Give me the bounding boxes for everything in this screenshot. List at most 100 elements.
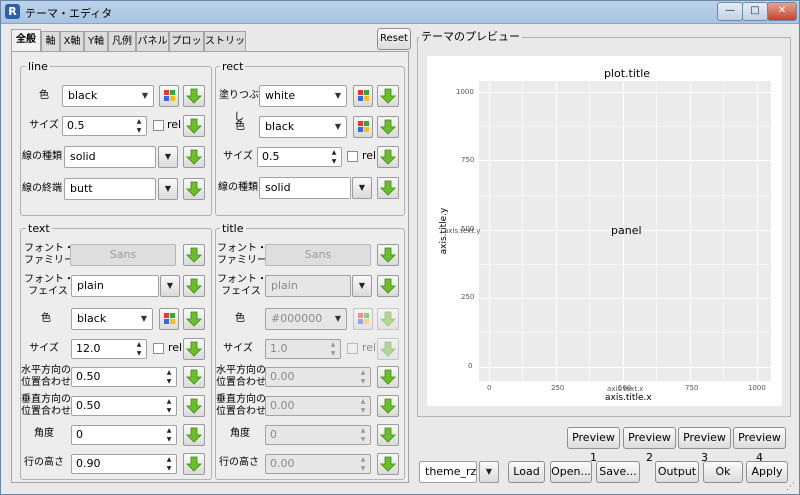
text-size-input[interactable]: 12.0 ▲ ▼ bbox=[71, 339, 147, 359]
title-hjust-input[interactable]: 0.00 ▲ ▼ bbox=[265, 367, 371, 387]
theme-name-dropdown-button[interactable]: ▼ bbox=[479, 461, 499, 483]
line-lineend-combo[interactable]: butt bbox=[64, 178, 156, 200]
spinner-arrows-icon[interactable]: ▲ ▼ bbox=[163, 426, 175, 444]
title-vjust-apply-button[interactable] bbox=[377, 395, 399, 417]
preview-2-button[interactable]: Preview 2 bbox=[623, 427, 676, 464]
title-family-button[interactable]: Sans bbox=[265, 244, 371, 266]
spinner-arrows-icon[interactable]: ▲ ▼ bbox=[357, 455, 369, 473]
spinner-arrows-icon[interactable]: ▲ ▼ bbox=[327, 340, 339, 358]
line-size-input[interactable]: 0.5 ▲ ▼ bbox=[62, 116, 147, 136]
spinner-arrows-icon[interactable]: ▲ ▼ bbox=[133, 117, 145, 135]
title-lineheight-apply-button[interactable] bbox=[377, 453, 399, 475]
title-hjust-apply-button[interactable] bbox=[377, 366, 399, 388]
open-button[interactable]: Open... bbox=[550, 461, 592, 483]
line-size-apply-button[interactable] bbox=[183, 115, 205, 137]
rect-fill-combo[interactable]: white ▼ bbox=[259, 85, 347, 107]
text-family-button[interactable]: Sans bbox=[70, 244, 176, 266]
title-family-apply-button[interactable] bbox=[377, 244, 399, 266]
spinner-arrows-icon[interactable]: ▲ ▼ bbox=[357, 397, 369, 415]
title-color-palette-button[interactable] bbox=[353, 308, 373, 330]
tab-y-axis[interactable]: Y軸 bbox=[84, 31, 108, 51]
rect-color-palette-button[interactable] bbox=[353, 116, 373, 138]
ok-button[interactable]: Ok bbox=[703, 461, 743, 483]
output-button[interactable]: Output bbox=[655, 461, 699, 483]
load-button[interactable]: Load bbox=[508, 461, 545, 483]
text-vjust-apply-button[interactable] bbox=[183, 395, 205, 417]
reset-button[interactable]: Reset bbox=[377, 28, 411, 50]
text-face-combo[interactable]: plain bbox=[71, 275, 159, 297]
text-lineheight-input[interactable]: 0.90 ▲ ▼ bbox=[71, 454, 177, 474]
spinner-arrows-icon[interactable]: ▲ ▼ bbox=[357, 368, 369, 386]
title-bar[interactable]: R テーマ・エディタ — □ ✕ bbox=[1, 1, 799, 24]
title-rel-checkbox[interactable] bbox=[347, 343, 358, 354]
title-angle-apply-button[interactable] bbox=[377, 424, 399, 446]
line-color-combo[interactable]: black ▼ bbox=[62, 85, 154, 107]
text-color-apply-button[interactable] bbox=[183, 308, 205, 330]
text-face-dropdown-button[interactable]: ▼ bbox=[160, 275, 180, 297]
title-lineheight-input[interactable]: 0.00 ▲ ▼ bbox=[265, 454, 371, 474]
minimize-button[interactable]: — bbox=[717, 2, 743, 21]
rect-size-input[interactable]: 0.5 ▲ ▼ bbox=[257, 147, 342, 167]
line-rel-checkbox[interactable] bbox=[153, 120, 164, 131]
title-face-combo[interactable]: plain bbox=[265, 275, 351, 297]
line-lineend-dropdown-button[interactable]: ▼ bbox=[158, 178, 178, 200]
preview-1-button[interactable]: Preview 1 bbox=[567, 427, 620, 464]
theme-name-combo[interactable]: theme_rz bbox=[419, 461, 477, 483]
line-lineend-apply-button[interactable] bbox=[183, 178, 205, 200]
rect-rel-checkbox[interactable] bbox=[347, 151, 358, 162]
tab-plot[interactable]: プロット bbox=[169, 31, 204, 67]
tab-x-axis[interactable]: X軸 bbox=[60, 31, 84, 51]
text-family-apply-button[interactable] bbox=[183, 244, 205, 266]
maximize-button[interactable]: □ bbox=[742, 2, 768, 21]
rect-color-apply-button[interactable] bbox=[377, 116, 399, 138]
preview-3-button[interactable]: Preview 3 bbox=[678, 427, 731, 464]
line-color-palette-button[interactable] bbox=[159, 85, 179, 107]
save-button[interactable]: Save... bbox=[596, 461, 640, 483]
title-vjust-input[interactable]: 0.00 ▲ ▼ bbox=[265, 396, 371, 416]
preview-4-button[interactable]: Preview 4 bbox=[733, 427, 786, 464]
title-angle-input[interactable]: 0 ▲ ▼ bbox=[265, 425, 371, 445]
rect-linetype-combo[interactable]: solid bbox=[259, 177, 351, 199]
line-linetype-dropdown-button[interactable]: ▼ bbox=[158, 146, 178, 168]
title-color-combo[interactable]: #000000 ▼ bbox=[265, 308, 347, 330]
title-size-apply-button[interactable] bbox=[377, 338, 399, 360]
text-angle-apply-button[interactable] bbox=[183, 424, 205, 446]
title-color-apply-button[interactable] bbox=[377, 308, 399, 330]
tab-axis[interactable]: 軸 bbox=[41, 31, 60, 51]
tab-legend[interactable]: 凡例 bbox=[108, 31, 136, 51]
text-lineheight-apply-button[interactable] bbox=[183, 453, 205, 475]
tab-strip[interactable]: ストリップ bbox=[204, 31, 246, 67]
text-rel-checkbox[interactable] bbox=[153, 343, 164, 354]
rect-linetype-apply-button[interactable] bbox=[377, 177, 399, 199]
text-vjust-input[interactable]: 0.50 ▲ ▼ bbox=[71, 396, 177, 416]
spinner-arrows-icon[interactable]: ▲ ▼ bbox=[328, 148, 340, 166]
line-linetype-combo[interactable]: solid bbox=[64, 146, 156, 168]
spinner-arrows-icon[interactable]: ▲ ▼ bbox=[163, 455, 175, 473]
line-color-apply-button[interactable] bbox=[183, 85, 205, 107]
tab-panel[interactable]: パネル bbox=[136, 31, 169, 51]
rect-linetype-dropdown-button[interactable]: ▼ bbox=[352, 177, 372, 199]
resize-grip-icon[interactable]: ⋰ bbox=[786, 482, 795, 492]
rect-color-combo[interactable]: black ▼ bbox=[259, 116, 347, 138]
title-size-input[interactable]: 1.0 ▲ ▼ bbox=[265, 339, 341, 359]
title-face-dropdown-button[interactable]: ▼ bbox=[352, 275, 372, 297]
spinner-arrows-icon[interactable]: ▲ ▼ bbox=[163, 397, 175, 415]
rect-size-apply-button[interactable] bbox=[377, 146, 399, 168]
line-linetype-apply-button[interactable] bbox=[183, 146, 205, 168]
rect-fill-palette-button[interactable] bbox=[353, 85, 373, 107]
rect-fill-apply-button[interactable] bbox=[377, 85, 399, 107]
title-face-apply-button[interactable] bbox=[377, 275, 399, 297]
spinner-arrows-icon[interactable]: ▲ ▼ bbox=[133, 340, 145, 358]
text-size-apply-button[interactable] bbox=[183, 338, 205, 360]
spinner-arrows-icon[interactable]: ▲ ▼ bbox=[163, 368, 175, 386]
close-button[interactable]: ✕ bbox=[767, 2, 797, 21]
text-hjust-apply-button[interactable] bbox=[183, 366, 205, 388]
text-color-palette-button[interactable] bbox=[159, 308, 179, 330]
spinner-arrows-icon[interactable]: ▲ ▼ bbox=[357, 426, 369, 444]
text-hjust-input[interactable]: 0.50 ▲ ▼ bbox=[71, 367, 177, 387]
tab-general[interactable]: 全般 bbox=[11, 29, 41, 52]
text-color-combo[interactable]: black ▼ bbox=[71, 308, 153, 330]
apply-button[interactable]: Apply bbox=[746, 461, 788, 483]
text-angle-input[interactable]: 0 ▲ ▼ bbox=[71, 425, 177, 445]
text-face-apply-button[interactable] bbox=[183, 275, 205, 297]
